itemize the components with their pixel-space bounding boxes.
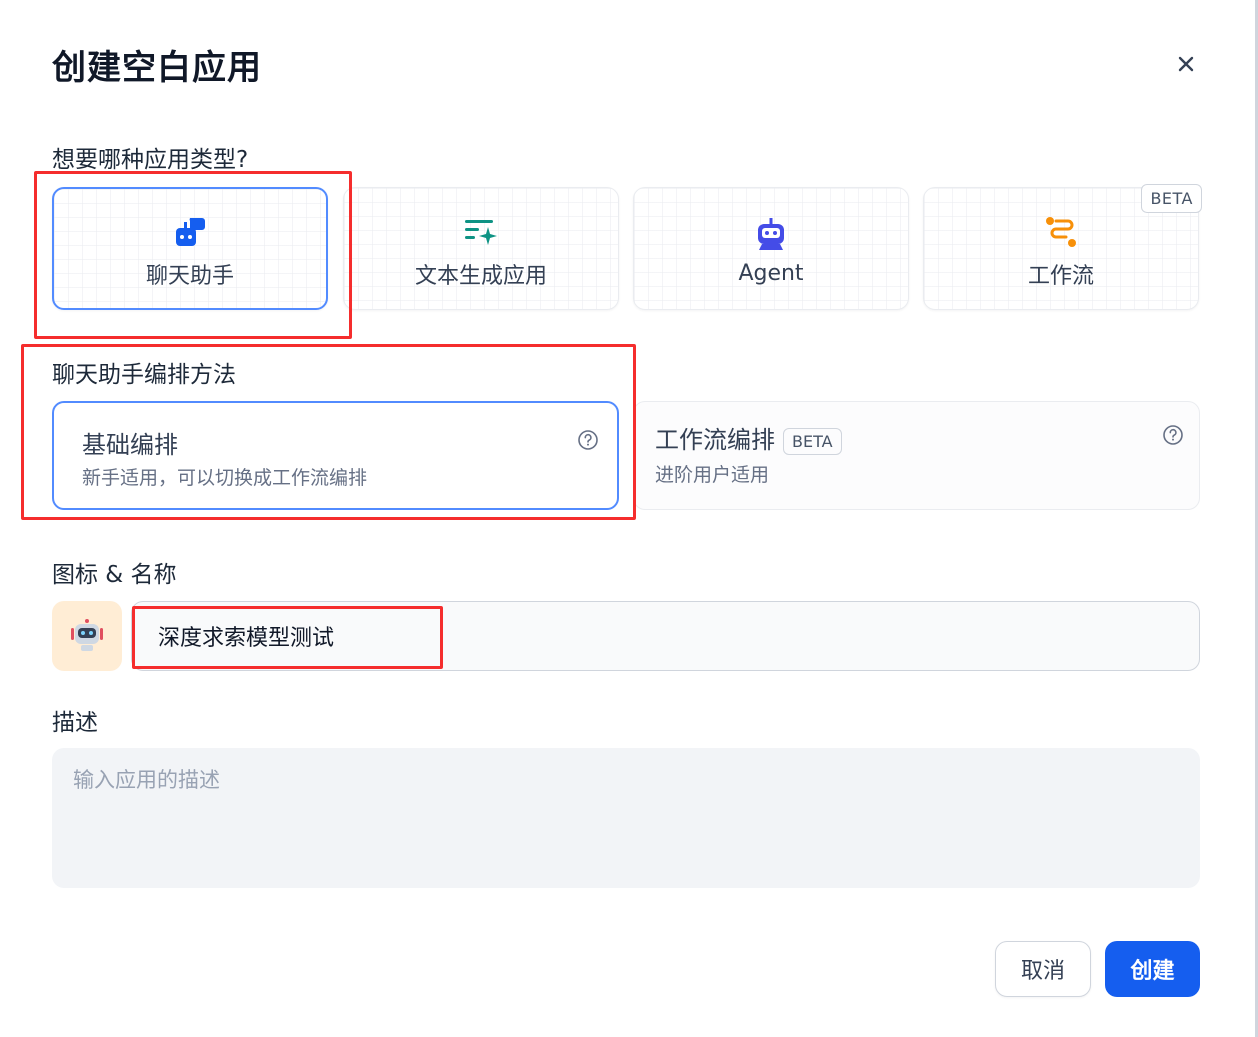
cancel-button[interactable]: 取消 <box>995 941 1091 997</box>
mode-workflow[interactable]: 工作流编排 BETA 进阶用户适用 <box>633 401 1200 510</box>
app-type-agent[interactable]: Agent <box>633 187 909 310</box>
mode-workflow-title: 工作流编排 <box>655 426 775 454</box>
chat-bot-icon <box>176 217 205 246</box>
create-app-dialog: 创建空白应用 想要哪种应用类型? 聊天助手 文本生成应用 Agent BETA … <box>0 0 1258 1037</box>
mode-workflow-title-row: 工作流编排 BETA <box>655 420 842 455</box>
app-type-label: 想要哪种应用类型? <box>52 147 249 173</box>
mode-workflow-desc: 进阶用户适用 <box>655 464 770 486</box>
app-icon-picker[interactable] <box>52 601 122 671</box>
beta-badge: BETA <box>1141 184 1202 213</box>
dialog-title: 创建空白应用 <box>52 48 262 88</box>
robot-icon <box>758 218 784 250</box>
icon-name-label: 图标 & 名称 <box>52 562 177 588</box>
create-button[interactable]: 创建 <box>1105 941 1200 997</box>
close-icon <box>1178 56 1194 72</box>
app-type-label-text: Agent <box>738 261 804 286</box>
app-type-label-text: 文本生成应用 <box>414 263 547 289</box>
mode-basic-desc: 新手适用，可以切换成工作流编排 <box>82 467 368 489</box>
workflow-icon <box>1046 216 1076 247</box>
help-icon[interactable] <box>1162 424 1184 446</box>
app-type-chat-assistant[interactable]: 聊天助手 <box>52 187 328 310</box>
close-button[interactable] <box>1170 48 1202 80</box>
app-type-label-text: 聊天助手 <box>145 263 234 289</box>
text-sparkle-icon <box>465 219 497 245</box>
description-label: 描述 <box>52 710 98 736</box>
orchestration-label: 聊天助手编排方法 <box>52 362 236 388</box>
robot-avatar-icon <box>71 619 103 651</box>
app-name-input[interactable] <box>131 601 1200 671</box>
mode-basic-title: 基础编排 <box>82 431 178 459</box>
beta-badge: BETA <box>783 427 842 455</box>
mode-basic[interactable]: 基础编排 新手适用，可以切换成工作流编排 <box>52 401 619 510</box>
app-type-text-generator[interactable]: 文本生成应用 <box>343 187 619 310</box>
description-input[interactable] <box>52 748 1200 888</box>
app-type-label-text: 工作流 <box>1027 263 1094 289</box>
help-icon[interactable] <box>577 429 599 451</box>
app-type-workflow[interactable]: BETA 工作流 <box>923 184 1202 310</box>
